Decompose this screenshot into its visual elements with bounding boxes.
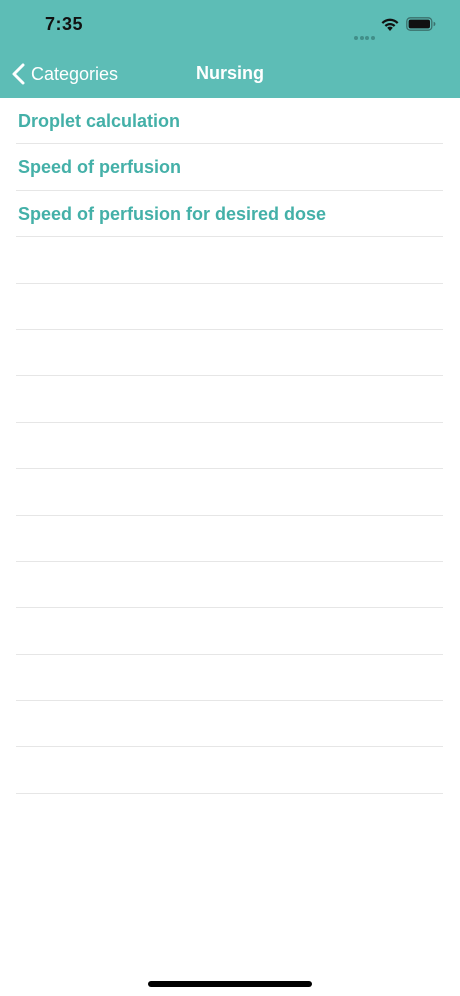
empty-list-row [16,376,443,423]
empty-list-row [16,747,443,794]
status-bar: 7:35 [0,0,460,50]
list-item-speed-of-perfusion[interactable]: Speed of perfusion [16,144,443,191]
list-item-droplet-calculation[interactable]: Droplet calculation [16,98,443,145]
empty-list-row [16,516,443,562]
nursing-screen: 7:35 Categories Nursing Droplet calculat… [0,0,460,996]
status-time: 7:35 [45,14,84,34]
empty-list-row [16,330,443,377]
back-button[interactable]: Categories [10,60,118,88]
wifi-icon [381,18,399,31]
empty-list-row [16,562,443,609]
empty-list-row [16,469,443,516]
empty-list-row [16,608,443,655]
navigation-bar: Categories Nursing [0,50,460,98]
signal-dots-icon [354,27,376,40]
list-item-label: Speed of perfusion [18,157,182,178]
empty-list-row [16,701,443,748]
empty-list-row [16,284,443,330]
empty-list-row [16,423,443,470]
list-item-speed-of-perfusion-desired-dose[interactable]: Speed of perfusion for desired dose [16,191,443,238]
home-indicator[interactable] [148,981,312,987]
empty-list-row [16,655,443,702]
list-item-label: Speed of perfusion for desired dose [18,203,327,224]
header: 7:35 Categories Nursing [0,0,460,98]
battery-icon [406,17,436,31]
back-button-label: Categories [31,63,119,84]
chevron-left-icon [12,63,25,85]
list-item-label: Droplet calculation [18,111,181,131]
calculation-list: Droplet calculation Speed of perfusion S… [0,98,460,794]
empty-list-row [16,237,443,284]
